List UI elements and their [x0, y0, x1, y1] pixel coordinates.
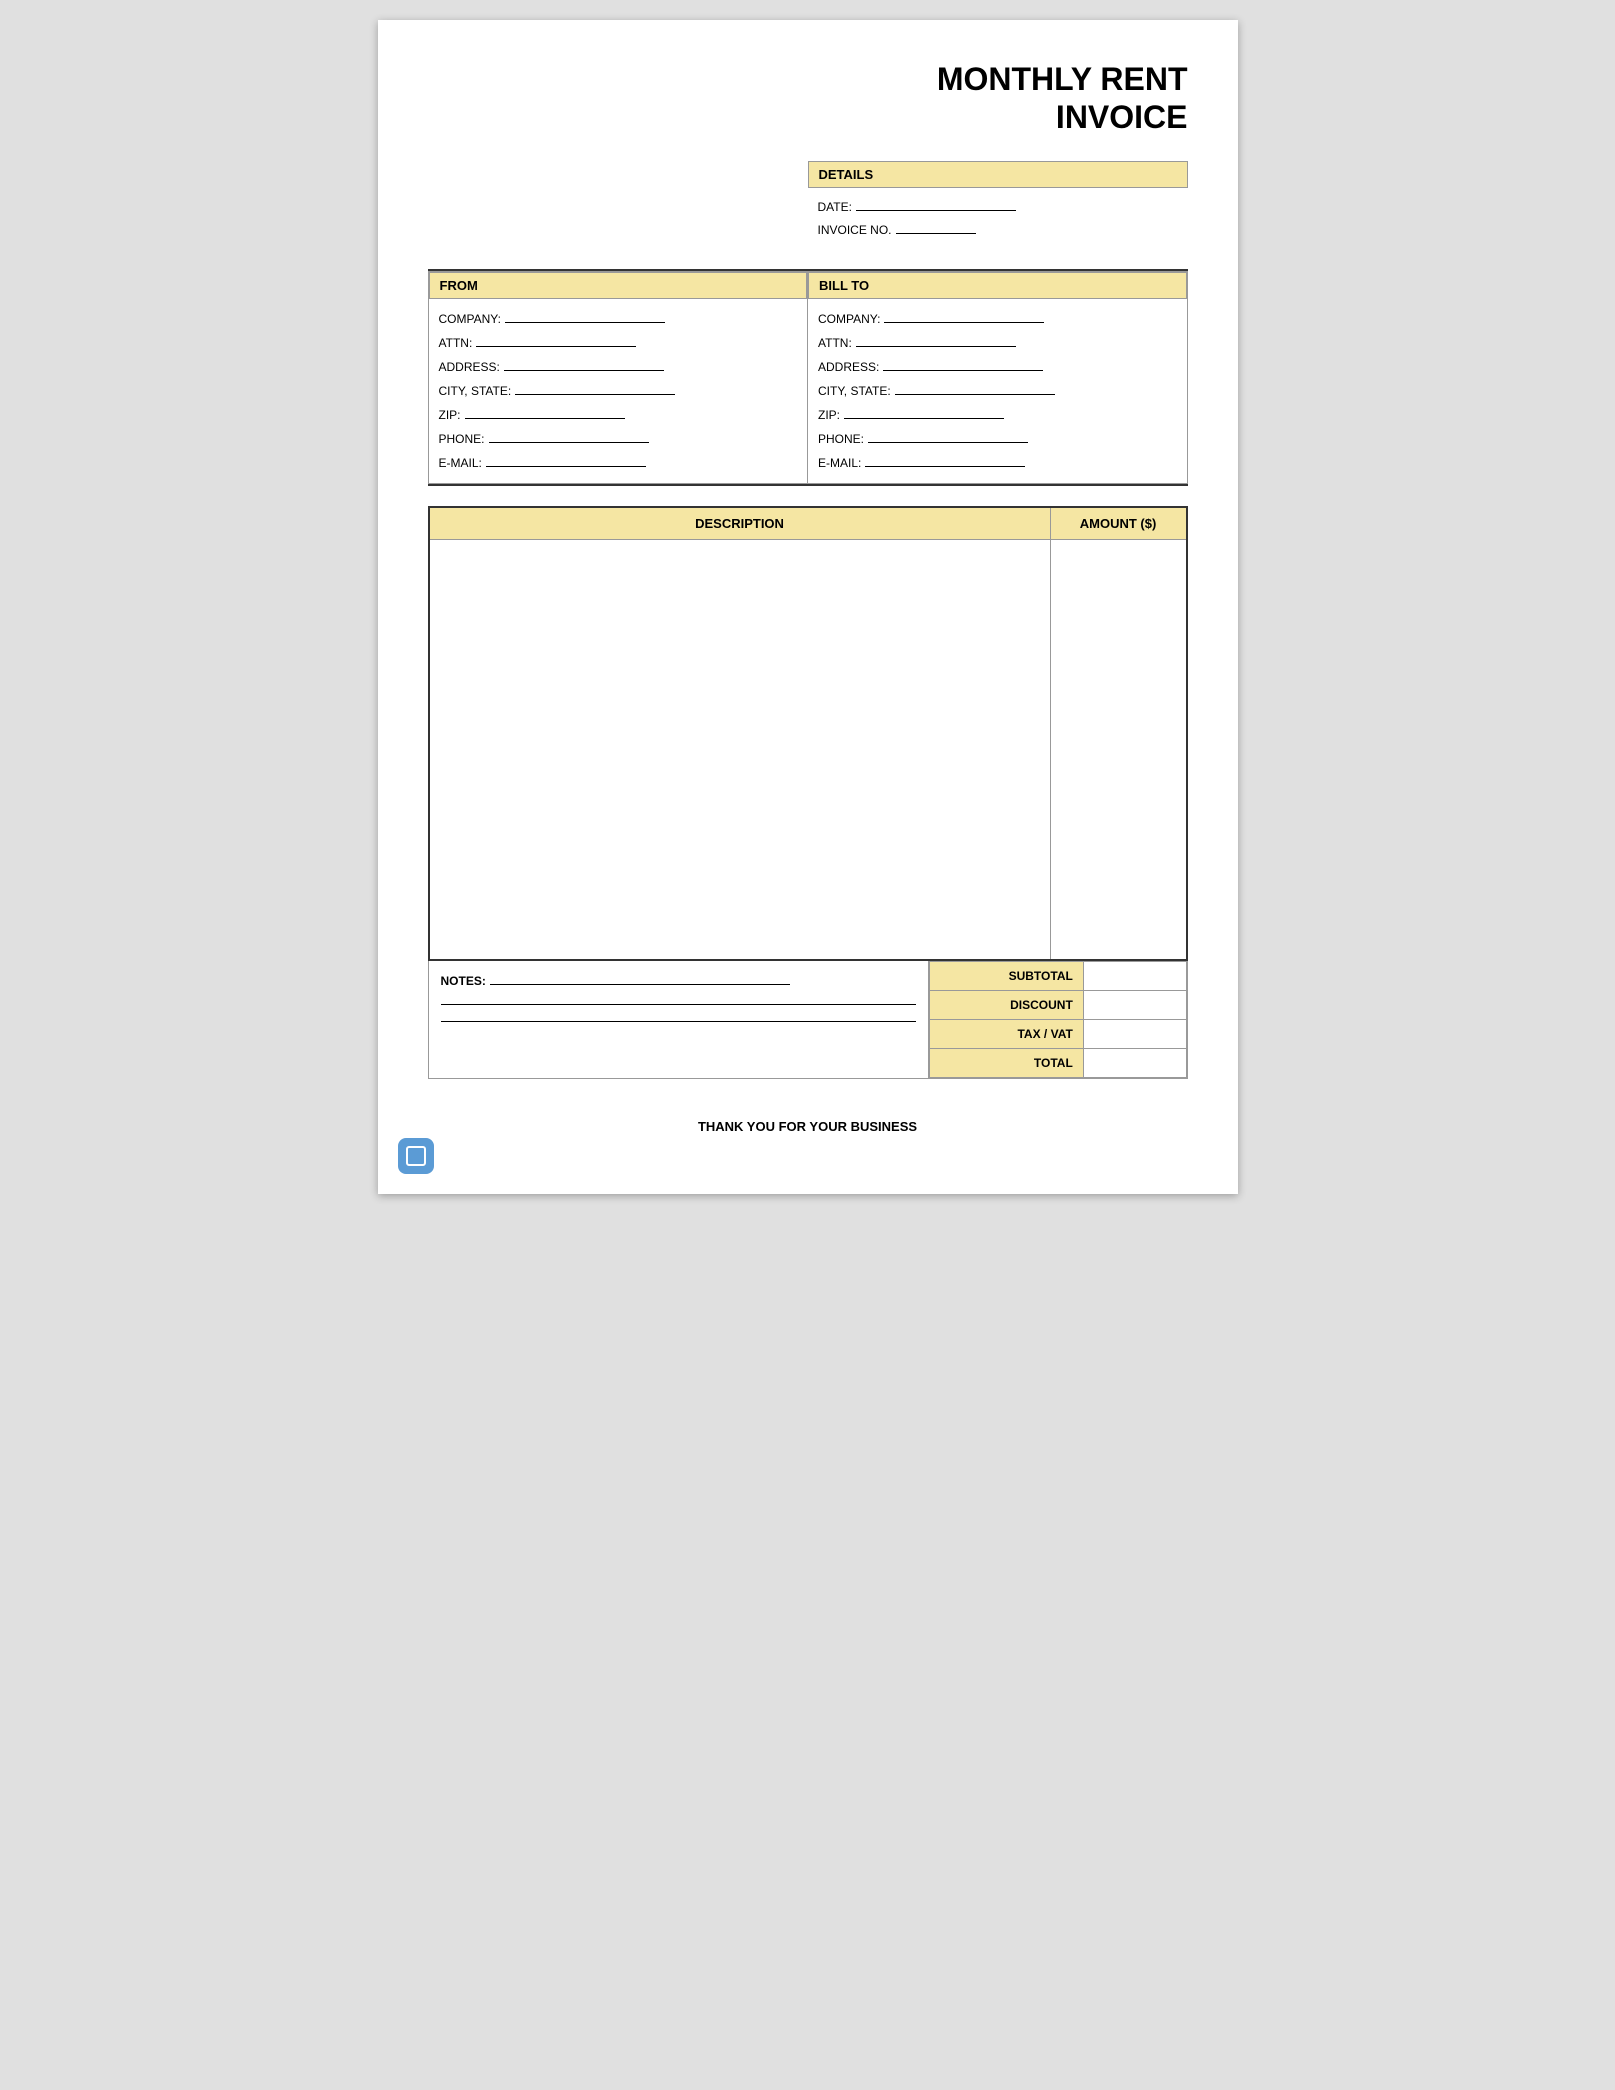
- tax-value[interactable]: [1083, 1019, 1186, 1048]
- billto-phone-value[interactable]: [868, 429, 1028, 443]
- notes-label: NOTES:: [441, 974, 486, 988]
- from-billto-section: FROM COMPANY: ATTN: ADDRESS: CITY, STATE…: [428, 269, 1188, 486]
- app-icon-inner: [406, 1146, 426, 1166]
- billto-city-field: CITY, STATE:: [818, 379, 1177, 403]
- billto-address-field: ADDRESS:: [818, 355, 1177, 379]
- from-address-value[interactable]: [504, 357, 664, 371]
- date-label: DATE:: [818, 196, 852, 219]
- title-line2: INVOICE: [428, 98, 1188, 136]
- notes-line-2: [441, 1004, 916, 1005]
- billto-address-label: ADDRESS:: [818, 355, 879, 379]
- billto-zip-value[interactable]: [844, 405, 1004, 419]
- invoice-page: MONTHLY RENT INVOICE DETAILS DATE: INVOI…: [378, 20, 1238, 1194]
- from-zip-value[interactable]: [465, 405, 625, 419]
- billto-zip-label: ZIP:: [818, 403, 840, 427]
- from-body: COMPANY: ATTN: ADDRESS: CITY, STATE: ZIP…: [429, 299, 808, 483]
- notes-column: NOTES:: [429, 961, 929, 1078]
- total-label: TOTAL: [929, 1048, 1083, 1077]
- from-address-field: ADDRESS:: [439, 355, 798, 379]
- from-city-value[interactable]: [515, 381, 675, 395]
- billto-company-field: COMPANY:: [818, 307, 1177, 331]
- title-line1: MONTHLY RENT: [428, 60, 1188, 98]
- bottom-section: NOTES: SUBTOTAL DISCOUNT TAX / VAT: [428, 961, 1188, 1079]
- from-attn-label: ATTN:: [439, 331, 473, 355]
- billto-phone-label: PHONE:: [818, 427, 864, 451]
- total-value[interactable]: [1083, 1048, 1186, 1077]
- table-row: [429, 540, 1187, 960]
- invoice-title: MONTHLY RENT INVOICE: [428, 60, 1188, 137]
- details-section: DETAILS DATE: INVOICE NO.: [808, 161, 1188, 250]
- from-company-field: COMPANY:: [439, 307, 798, 331]
- billto-company-value[interactable]: [884, 309, 1044, 323]
- discount-label: DISCOUNT: [929, 990, 1083, 1019]
- from-attn-value[interactable]: [476, 333, 636, 347]
- billto-attn-label: ATTN:: [818, 331, 852, 355]
- from-header: FROM: [429, 272, 808, 299]
- billto-body: COMPANY: ATTN: ADDRESS: CITY, STATE: ZIP…: [808, 299, 1187, 483]
- billto-company-label: COMPANY:: [818, 307, 880, 331]
- billto-column: BILL TO COMPANY: ATTN: ADDRESS: CITY, ST…: [808, 271, 1188, 484]
- notes-value[interactable]: [490, 971, 790, 985]
- subtotal-label: SUBTOTAL: [929, 961, 1083, 990]
- app-icon: [398, 1138, 434, 1174]
- from-phone-field: PHONE:: [439, 427, 798, 451]
- invoice-no-label: INVOICE NO.: [818, 219, 892, 242]
- notes-field: NOTES:: [441, 971, 916, 988]
- description-cell[interactable]: [429, 540, 1051, 960]
- from-address-label: ADDRESS:: [439, 355, 500, 379]
- from-attn-field: ATTN:: [439, 331, 798, 355]
- tax-label: TAX / VAT: [929, 1019, 1083, 1048]
- billto-attn-field: ATTN:: [818, 331, 1177, 355]
- amount-cell[interactable]: [1050, 540, 1186, 960]
- billto-email-label: E-MAIL:: [818, 451, 861, 475]
- from-company-label: COMPANY:: [439, 307, 501, 331]
- billto-attn-value[interactable]: [856, 333, 1016, 347]
- totals-table: SUBTOTAL DISCOUNT TAX / VAT TOTAL: [929, 961, 1187, 1078]
- billto-email-value[interactable]: [865, 453, 1025, 467]
- discount-value[interactable]: [1083, 990, 1186, 1019]
- total-row: TOTAL: [929, 1048, 1186, 1077]
- date-field: DATE:: [818, 196, 1178, 219]
- discount-row: DISCOUNT: [929, 990, 1186, 1019]
- invoice-no-field: INVOICE NO.: [818, 219, 1178, 242]
- description-header: DESCRIPTION: [429, 507, 1051, 540]
- from-phone-label: PHONE:: [439, 427, 485, 451]
- billto-city-label: CITY, STATE:: [818, 379, 891, 403]
- from-email-field: E-MAIL:: [439, 451, 798, 475]
- totals-column: SUBTOTAL DISCOUNT TAX / VAT TOTAL: [929, 961, 1187, 1078]
- from-city-field: CITY, STATE:: [439, 379, 798, 403]
- from-email-label: E-MAIL:: [439, 451, 482, 475]
- billto-address-value[interactable]: [883, 357, 1043, 371]
- tax-row: TAX / VAT: [929, 1019, 1186, 1048]
- amount-header: AMOUNT ($): [1050, 507, 1186, 540]
- details-body: DATE: INVOICE NO.: [808, 188, 1188, 250]
- billto-header: BILL TO: [808, 272, 1187, 299]
- from-column: FROM COMPANY: ATTN: ADDRESS: CITY, STATE…: [428, 271, 809, 484]
- from-city-label: CITY, STATE:: [439, 379, 512, 403]
- invoice-no-value[interactable]: [896, 220, 976, 234]
- notes-line-3: [441, 1021, 916, 1022]
- billto-email-field: E-MAIL:: [818, 451, 1177, 475]
- billto-city-value[interactable]: [895, 381, 1055, 395]
- from-zip-label: ZIP:: [439, 403, 461, 427]
- thank-you-text: THANK YOU FOR YOUR BUSINESS: [428, 1119, 1188, 1134]
- from-zip-field: ZIP:: [439, 403, 798, 427]
- from-phone-value[interactable]: [489, 429, 649, 443]
- subtotal-row: SUBTOTAL: [929, 961, 1186, 990]
- date-value[interactable]: [856, 197, 1016, 211]
- billto-phone-field: PHONE:: [818, 427, 1177, 451]
- table-header-row: DESCRIPTION AMOUNT ($): [429, 507, 1187, 540]
- items-table: DESCRIPTION AMOUNT ($): [428, 506, 1188, 961]
- billto-zip-field: ZIP:: [818, 403, 1177, 427]
- from-company-value[interactable]: [505, 309, 665, 323]
- subtotal-value[interactable]: [1083, 961, 1186, 990]
- from-email-value[interactable]: [486, 453, 646, 467]
- details-header: DETAILS: [808, 161, 1188, 188]
